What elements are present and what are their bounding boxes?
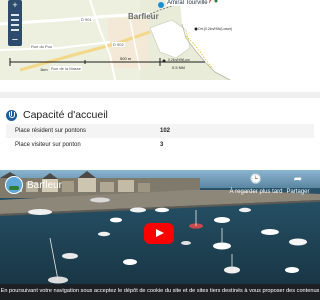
cookie-text: En poursuivant votre navigation sous acc… bbox=[0, 288, 320, 294]
harbor-map[interactable]: + − Barfleur D 901 D 902 Rue du Pou Rue … bbox=[0, 0, 320, 80]
row-value: 3 bbox=[160, 142, 164, 148]
zoom-level-mark bbox=[11, 14, 19, 16]
scale-label: 500 m bbox=[120, 56, 132, 61]
cookie-banner: En poursuivant votre navigation sous acc… bbox=[0, 284, 320, 300]
share-button[interactable]: ➦ Partager bbox=[268, 174, 320, 195]
table-row: Place visiteur sur ponton 3 bbox=[6, 138, 314, 152]
poi-label: Amiral Tourville bbox=[166, 0, 209, 6]
map-road-label: D 902 bbox=[112, 42, 125, 47]
depth-label: Ort.(0.2kn/HW(Lower) bbox=[198, 27, 233, 31]
map-road-label: Rue de la Masse bbox=[50, 66, 83, 71]
youtube-video-embed[interactable]: Barfleur 🕒 À regarder plus tard ➦ Partag… bbox=[0, 170, 320, 300]
scale-label: 1km bbox=[40, 67, 48, 72]
capacity-table: Place résident sur pontons 102 Place vis… bbox=[6, 124, 314, 152]
anchor-icon bbox=[6, 109, 17, 121]
capacity-title: Capacité d'accueil bbox=[23, 109, 108, 121]
row-value: 102 bbox=[160, 128, 171, 134]
section-divider bbox=[0, 92, 320, 98]
map-road-label: Rue du Pou bbox=[30, 44, 54, 49]
channel-avatar[interactable] bbox=[5, 176, 23, 194]
map-town-label: Barfleur bbox=[128, 12, 159, 21]
map-zoom-control[interactable]: + − bbox=[8, 0, 22, 46]
share-label: Partager bbox=[286, 189, 310, 195]
map-road-label: D 901 bbox=[80, 17, 93, 22]
row-label: Place résident sur pontons bbox=[15, 128, 87, 134]
zoom-in-button[interactable]: + bbox=[8, 0, 22, 10]
share-icon: ➦ bbox=[293, 174, 303, 185]
table-row: Place résident sur pontons 102 bbox=[6, 124, 314, 138]
map-terrain bbox=[0, 0, 320, 80]
depth-label: 0.2kn/HWLow bbox=[168, 58, 190, 62]
zoom-level-mark bbox=[11, 19, 19, 21]
play-button[interactable] bbox=[144, 223, 174, 244]
zoom-out-button[interactable]: − bbox=[8, 35, 22, 46]
zoom-level-mark bbox=[11, 24, 19, 26]
zoom-level-mark bbox=[11, 29, 19, 31]
row-label: Place visiteur sur ponton bbox=[15, 142, 81, 148]
capacity-header: Capacité d'accueil bbox=[6, 108, 108, 122]
video-title[interactable]: Barfleur bbox=[27, 180, 62, 191]
scale-label: 0.5 NM bbox=[172, 65, 185, 70]
poi-marker-icon[interactable] bbox=[158, 2, 164, 8]
